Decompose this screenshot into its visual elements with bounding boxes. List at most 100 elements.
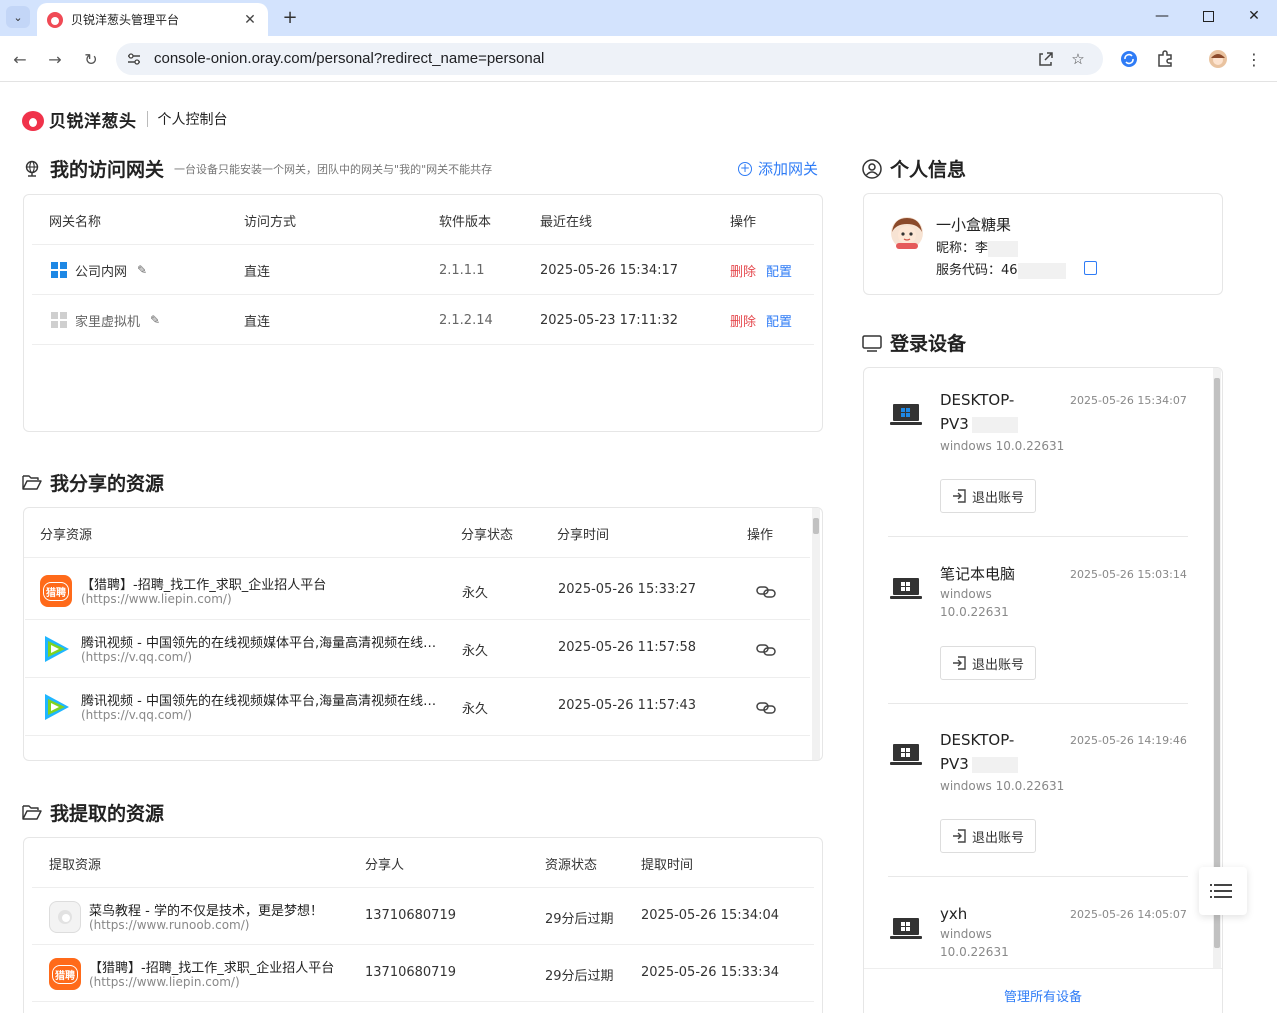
back-arrow-icon[interactable]: ← (8, 47, 32, 71)
bookmark-star-icon[interactable]: ☆ (1068, 49, 1088, 69)
sharer-phone: 13710680719 (365, 908, 456, 923)
brand-header: 贝锐洋葱头 个人控制台 (22, 107, 228, 132)
site-info-tune-icon[interactable] (126, 51, 142, 67)
gateway-section-title: 我的访问网关 (50, 159, 165, 181)
profile-section-header: 个人信息 (862, 155, 966, 182)
resource-title[interactable]: 【猎聘】-招聘_找工作_求职_企业招人平台 (89, 957, 351, 976)
device-name-suffix: PV3 (940, 755, 969, 773)
maximize-window-icon[interactable] (1185, 0, 1231, 32)
gateway-version: 2.1.1.1 (439, 262, 485, 278)
resource-title[interactable]: 菜鸟教程 - 学的不仅是技术，更是梦想！ (89, 900, 349, 919)
device-item: 笔记本电脑 windows 10.0.22631 2025-05-26 15:0… (888, 562, 1188, 692)
device-os: windows 10.0.22631 (940, 439, 1065, 453)
tencent-video-logo-icon (45, 636, 69, 662)
copy-link-icon[interactable] (756, 585, 776, 599)
floating-list-menu-icon[interactable] (1199, 867, 1247, 915)
gateway-last-online: 2025-05-26 15:34:17 (540, 262, 679, 278)
col-last-online: 最近在线 (540, 214, 593, 230)
table-row: 腾讯视频 - 中国领先的在线视频媒体平台,海量高清视频在线观看 (https:/… (25, 620, 810, 678)
address-bar[interactable]: console-onion.oray.com/personal?redirect… (116, 43, 1103, 75)
extension-sync-icon[interactable] (1118, 48, 1140, 70)
profile-service-code: 服务代码：46 (936, 259, 1066, 279)
table-row: 家里虚拟机 ✎ 直连 2.1.2.14 2025-05-23 17:11:32 … (32, 295, 814, 345)
devices-section-header: 登录设备 (862, 329, 966, 356)
masked-service-code (1017, 262, 1066, 279)
extract-time: 2025-05-26 15:33:34 (641, 965, 780, 980)
device-login-time: 2025-05-26 15:34:07 (1070, 394, 1187, 407)
table-row: 猎聘 【猎聘】-招聘_找工作_求职_企业招人平台 (https://www.li… (25, 562, 810, 620)
devices-section-title: 登录设备 (890, 333, 967, 355)
extracted-section-title: 我提取的资源 (50, 803, 165, 825)
nickname-text: 昵称：李 (936, 241, 989, 256)
gateway-table-header: 网关名称 访问方式 软件版本 最近在线 操作 (32, 195, 814, 245)
gateway-hint: 一台设备只能安装一个网关，团队中的网关与"我的"网关不能共存 (174, 162, 493, 176)
col-resource-status: 资源状态 (545, 858, 598, 873)
copy-link-icon[interactable] (756, 701, 776, 715)
resource-title[interactable]: 【猎聘】-招聘_找工作_求职_企业招人平台 (81, 574, 441, 593)
edit-pencil-icon[interactable]: ✎ (150, 313, 160, 327)
forward-arrow-icon[interactable]: → (43, 47, 67, 71)
share-page-icon[interactable] (1036, 49, 1056, 69)
folder-open-icon (22, 803, 42, 823)
resource-title[interactable]: 腾讯视频 - 中国领先的在线视频媒体平台,海量高清视频在线观看 (81, 632, 443, 651)
minimize-window-icon[interactable]: — (1139, 0, 1185, 32)
shared-scrollbar-thumb[interactable] (813, 518, 819, 534)
browser-tabbar: ⌄ 贝锐洋葱头管理平台 ✕ + — ✕ (0, 0, 1277, 36)
tab-search-chevron-icon[interactable]: ⌄ (6, 6, 30, 28)
table-row: 菜鸟教程 - 学的不仅是技术，更是梦想！ (https://www.runoob… (32, 888, 814, 945)
gateway-name: 家里虚拟机 (75, 314, 141, 330)
resource-title[interactable]: 腾讯视频 - 中国领先的在线视频媒体平台,海量高清视频在线观看 (81, 690, 443, 709)
gateway-mode: 直连 (244, 264, 271, 280)
copy-link-icon[interactable] (756, 643, 776, 657)
add-gateway-button[interactable]: + 添加网关 (738, 158, 818, 179)
add-circle-icon: + (738, 160, 752, 176)
browser-tab-active[interactable]: 贝锐洋葱头管理平台 ✕ (37, 3, 268, 36)
device-item: DESKTOP- PV3 windows 10.0.22631 2025-05-… (888, 728, 1188, 878)
new-tab-plus-icon[interactable]: + (280, 5, 300, 29)
logout-device-button[interactable]: 退出账号 (940, 819, 1036, 853)
profile-nickname: 昵称：李 (936, 237, 1019, 257)
devices-scrollbar-thumb[interactable] (1214, 378, 1220, 948)
close-window-icon[interactable]: ✕ (1231, 0, 1277, 32)
copy-code-icon[interactable] (1084, 261, 1097, 275)
reload-icon[interactable]: ↻ (79, 47, 103, 71)
edit-pencil-icon[interactable]: ✎ (137, 263, 147, 277)
brand-subtitle: 个人控制台 (157, 112, 228, 128)
masked-nickname (988, 240, 1019, 257)
user-circle-icon (862, 158, 882, 179)
resource-url: (https://www.liepin.com/) (89, 975, 240, 989)
logout-icon (952, 656, 966, 670)
profile-card: 一小盒糖果 昵称：李 服务代码：46 (863, 193, 1223, 295)
browser-menu-kebab-icon[interactable]: ⋮ (1243, 48, 1265, 70)
shared-scrollbar[interactable] (812, 508, 820, 760)
page-content: 贝锐洋葱头 个人控制台 我的访问网关 一台设备只能安装一个网关，团队中的网关与"… (0, 83, 1277, 1013)
delete-gateway-link[interactable]: 删除 (730, 311, 756, 330)
device-name: DESKTOP- (940, 731, 1015, 749)
device-name: 笔记本电脑 (940, 565, 1016, 583)
device-os-version: 10.0.22631 (940, 605, 1009, 619)
manage-all-devices-link[interactable]: 管理所有设备 (864, 986, 1222, 1005)
delete-gateway-link[interactable]: 删除 (730, 261, 756, 280)
share-status: 永久 (462, 586, 489, 601)
logout-device-button[interactable]: 退出账号 (940, 646, 1036, 680)
liepin-logo-icon: 猎聘 (49, 958, 81, 990)
configure-gateway-link[interactable]: 配置 (766, 311, 792, 330)
windows-logo-icon (51, 262, 67, 278)
shared-section-header: 我分享的资源 (22, 469, 164, 496)
table-row: 腾讯视频 - 中国领先的在线视频媒体平台,海量高清视频在线观看 (https:/… (25, 678, 810, 736)
logout-label: 退出账号 (971, 657, 1024, 673)
extensions-puzzle-icon[interactable] (1154, 48, 1176, 70)
service-code-text: 服务代码：46 (936, 263, 1018, 278)
tab-title: 贝锐洋葱头管理平台 (71, 13, 180, 27)
resource-url: (https://www.liepin.com/) (81, 592, 232, 606)
device-item: yxh windows 10.0.22631 2025-05-26 14:05:… (888, 902, 1188, 982)
onion-logo-icon (22, 107, 44, 131)
user-avatar[interactable] (890, 216, 924, 250)
tab-close-icon[interactable]: ✕ (242, 12, 258, 28)
configure-gateway-link[interactable]: 配置 (766, 261, 792, 280)
profile-avatar-icon[interactable] (1207, 48, 1229, 70)
logout-device-button[interactable]: 退出账号 (940, 479, 1036, 513)
gateway-table-card: 网关名称 访问方式 软件版本 最近在线 操作 公司内网 ✎ 直连 2.1.1.1… (23, 194, 823, 432)
resource-url: (https://v.qq.com/) (81, 708, 193, 722)
shared-section-title: 我分享的资源 (50, 473, 165, 495)
